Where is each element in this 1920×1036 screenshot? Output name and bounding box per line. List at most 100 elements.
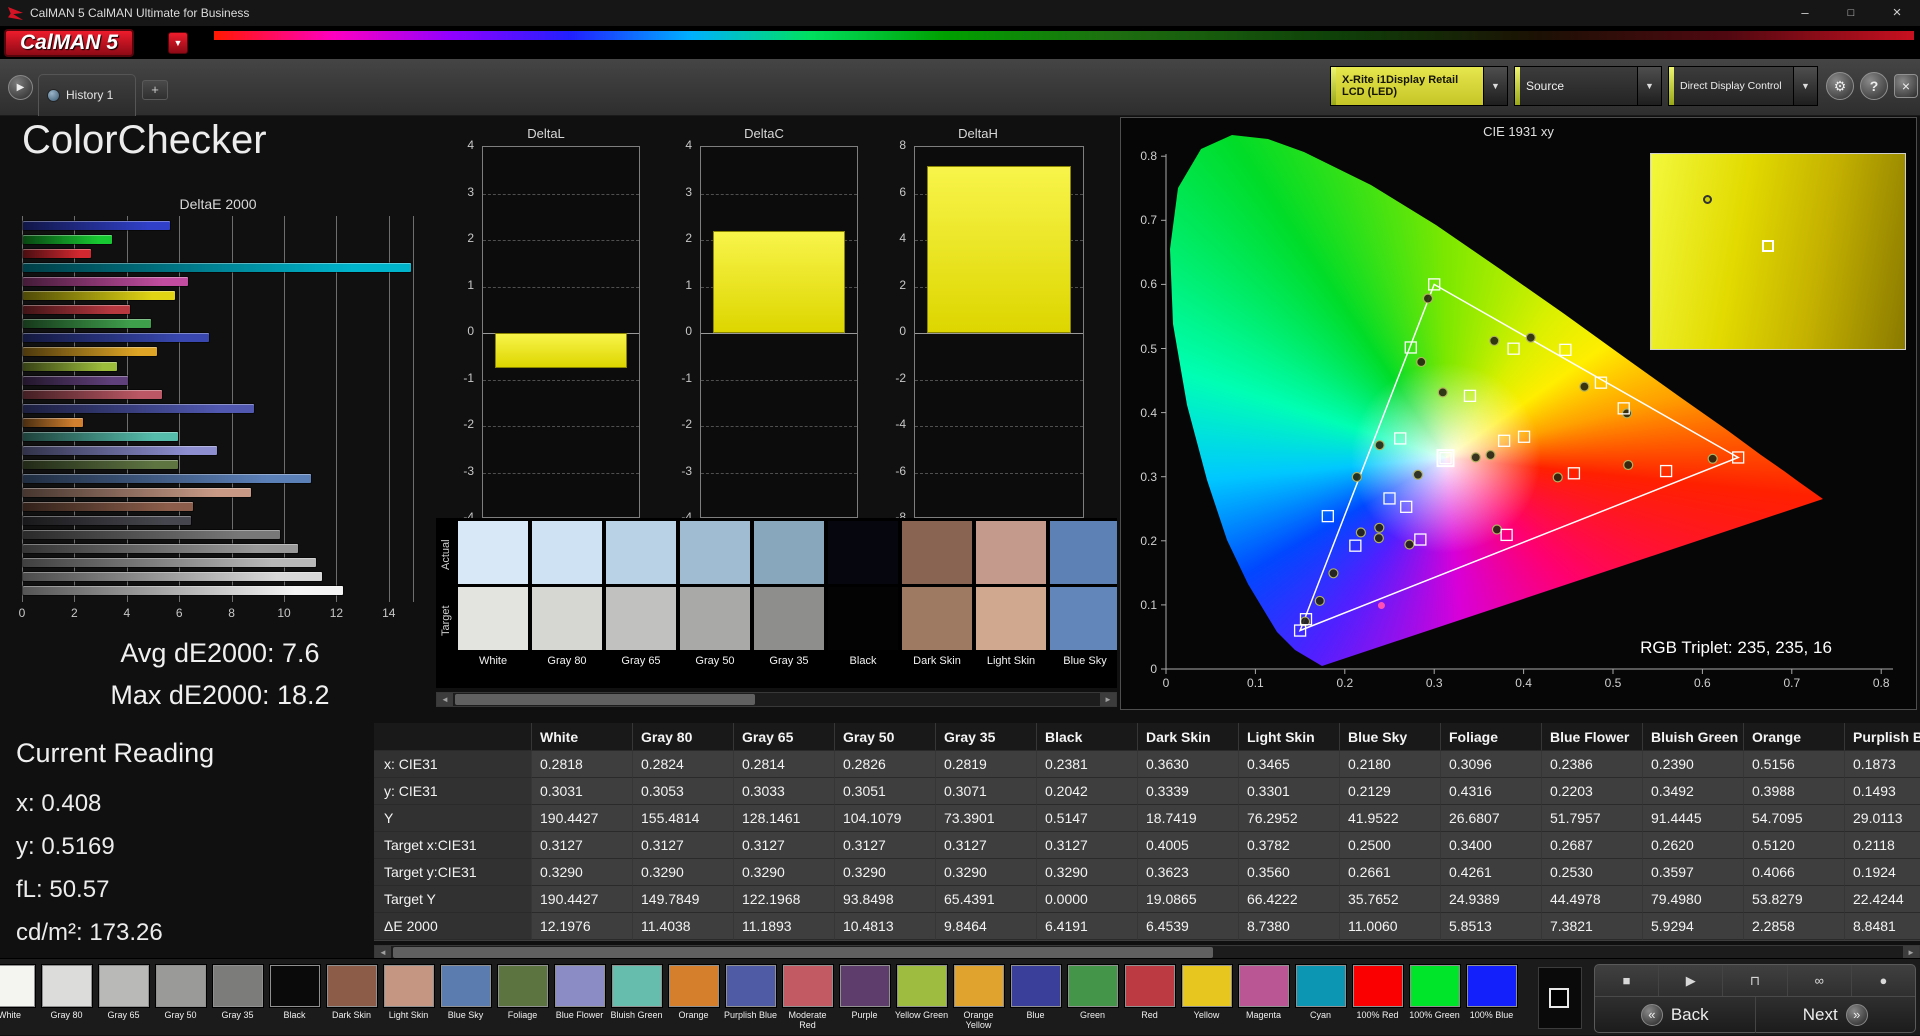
meter-select[interactable]: X-Rite i1Display Retail LCD (LED) ▼	[1330, 66, 1508, 106]
display-control-dropdown-icon[interactable]: ▼	[1793, 67, 1817, 105]
table-cell: 0.5120	[1744, 832, 1845, 859]
gear-icon[interactable]: ⚙	[1826, 72, 1854, 100]
step-button[interactable]: ⊓	[1723, 965, 1788, 996]
scroll-left-icon[interactable]: ◄	[437, 693, 453, 706]
color-patch[interactable]: White	[0, 965, 38, 1020]
color-patch[interactable]: Bluish Green	[608, 965, 665, 1020]
source-select[interactable]: Source ▼	[1514, 66, 1662, 106]
play-button[interactable]: ▶	[1659, 965, 1724, 996]
color-patch[interactable]: Yellow	[1178, 965, 1235, 1020]
next-button[interactable]: Next »	[1756, 997, 1916, 1033]
source-dropdown-icon[interactable]: ▼	[1637, 67, 1661, 105]
record-button[interactable]: ●	[1852, 965, 1915, 996]
target-point	[1659, 464, 1673, 478]
gridline	[701, 333, 857, 334]
color-patch[interactable]: Gray 50	[152, 965, 209, 1020]
swatch-label: White	[478, 655, 508, 667]
color-patch[interactable]: Cyan	[1292, 965, 1349, 1020]
calman-logo[interactable]: CalMAN 5	[4, 29, 135, 57]
table-cell: 79.4980	[1643, 886, 1744, 913]
target-point	[1383, 492, 1396, 505]
meter-dropdown-icon[interactable]: ▼	[1483, 67, 1507, 105]
actual-swatch	[754, 521, 824, 584]
table-cell: 0.1873	[1845, 751, 1920, 778]
deltae-bar	[23, 375, 128, 385]
target-swatch	[458, 587, 528, 650]
page-title: ColorChecker	[22, 118, 267, 162]
deltae-bar	[23, 347, 157, 357]
patch-swatch	[497, 965, 548, 1007]
color-patch[interactable]: Dark Skin	[323, 965, 380, 1020]
deltae-bar	[23, 558, 317, 568]
color-patch[interactable]: Moderate Red	[779, 965, 836, 1030]
table-row-label: Target x:CIE31	[374, 832, 532, 859]
color-patch[interactable]: Gray 35	[209, 965, 266, 1020]
color-patch[interactable]: Foliage	[494, 965, 551, 1020]
patch-label: Blue	[1026, 1010, 1045, 1020]
color-patch[interactable]: 100% Green	[1406, 965, 1463, 1020]
table-cell: 190.4427	[532, 886, 633, 913]
measured-point	[1355, 527, 1366, 538]
scroll-right-icon[interactable]: ►	[1100, 693, 1116, 706]
patch-label: 100% Green	[1409, 1010, 1460, 1020]
logo-dropdown-icon[interactable]: ▼	[168, 32, 188, 54]
actual-swatch	[680, 521, 750, 584]
cie-y-tick: 0.1	[1140, 597, 1157, 612]
scrollbar-thumb[interactable]	[455, 694, 755, 705]
minimize-icon[interactable]: –	[1782, 0, 1828, 27]
back-label: Back	[1670, 1005, 1709, 1024]
color-patch[interactable]: Light Skin	[380, 965, 437, 1020]
add-tab-button[interactable]: +	[142, 80, 168, 100]
actual-swatch	[458, 521, 528, 584]
color-patch[interactable]: Purple	[836, 965, 893, 1020]
color-patch[interactable]: Orange Yellow	[950, 965, 1007, 1030]
table-row-label: y: CIE31	[374, 778, 532, 805]
back-button[interactable]: « Back	[1595, 997, 1756, 1033]
color-patch[interactable]: 100% Red	[1349, 965, 1406, 1020]
table-cell: 24.9389	[1441, 886, 1542, 913]
y-axis-tick: -1	[463, 370, 474, 385]
maximize-icon[interactable]: □	[1828, 0, 1874, 27]
panel-close-icon[interactable]: ×	[1894, 74, 1918, 98]
color-patch[interactable]: Black	[266, 965, 323, 1020]
deltae-x-tick: 8	[228, 606, 235, 620]
close-icon[interactable]: ×	[1874, 0, 1920, 27]
patch-label: Gray 65	[107, 1010, 140, 1020]
loop-button[interactable]: ∞	[1788, 965, 1852, 996]
scrollbar-thumb[interactable]	[393, 947, 1213, 958]
nav-forward-icon[interactable]: ▶	[8, 75, 33, 100]
patch-label: Gray 50	[164, 1010, 197, 1020]
color-patch[interactable]: Purplish Blue	[722, 965, 779, 1020]
color-patch[interactable]: Magenta	[1235, 965, 1292, 1020]
color-patch[interactable]: Gray 80	[38, 965, 95, 1020]
stop-button[interactable]: ■	[1595, 965, 1660, 996]
patch-label: Yellow	[1193, 1010, 1220, 1020]
patch-preview-button[interactable]	[1538, 967, 1582, 1029]
color-patch[interactable]: Gray 65	[95, 965, 152, 1020]
table-cell: 0.5147	[1037, 805, 1138, 832]
table-cell: 0.3290	[1037, 859, 1138, 886]
swatch-scrollbar[interactable]: ◄ ►	[436, 692, 1117, 707]
table-cell: 11.0060	[1340, 913, 1441, 940]
swatch-label: Gray 50	[695, 655, 735, 667]
deltae-x-tick: 0	[18, 606, 26, 620]
table-cell: 5.9294	[1643, 913, 1744, 940]
swatch-column: Black	[828, 521, 898, 667]
patch-label: Red	[1141, 1010, 1158, 1020]
color-patch[interactable]: Blue Flower	[551, 965, 608, 1020]
color-patch[interactable]: 100% Blue	[1463, 965, 1520, 1020]
color-patch[interactable]: Red	[1121, 965, 1178, 1020]
patch-label: Purple	[851, 1010, 878, 1020]
measured-point	[1579, 381, 1590, 392]
color-patch[interactable]: Orange	[665, 965, 722, 1020]
color-patch[interactable]: Blue	[1007, 965, 1064, 1020]
color-patch[interactable]: Yellow Green	[893, 965, 950, 1020]
display-control-select[interactable]: Direct Display Control ▼	[1668, 66, 1818, 106]
help-icon[interactable]: ?	[1860, 72, 1888, 100]
color-patch[interactable]: Blue Sky	[437, 965, 494, 1020]
table-header-row: White Gray 80 Gray 65 Gray 50 Gray 35 Black Da…	[374, 723, 1920, 751]
tab-history-1[interactable]: History 1	[38, 74, 136, 116]
color-patch[interactable]: Green	[1064, 965, 1121, 1020]
table-cell: 29.0113	[1845, 805, 1920, 832]
target-point	[1507, 342, 1520, 355]
